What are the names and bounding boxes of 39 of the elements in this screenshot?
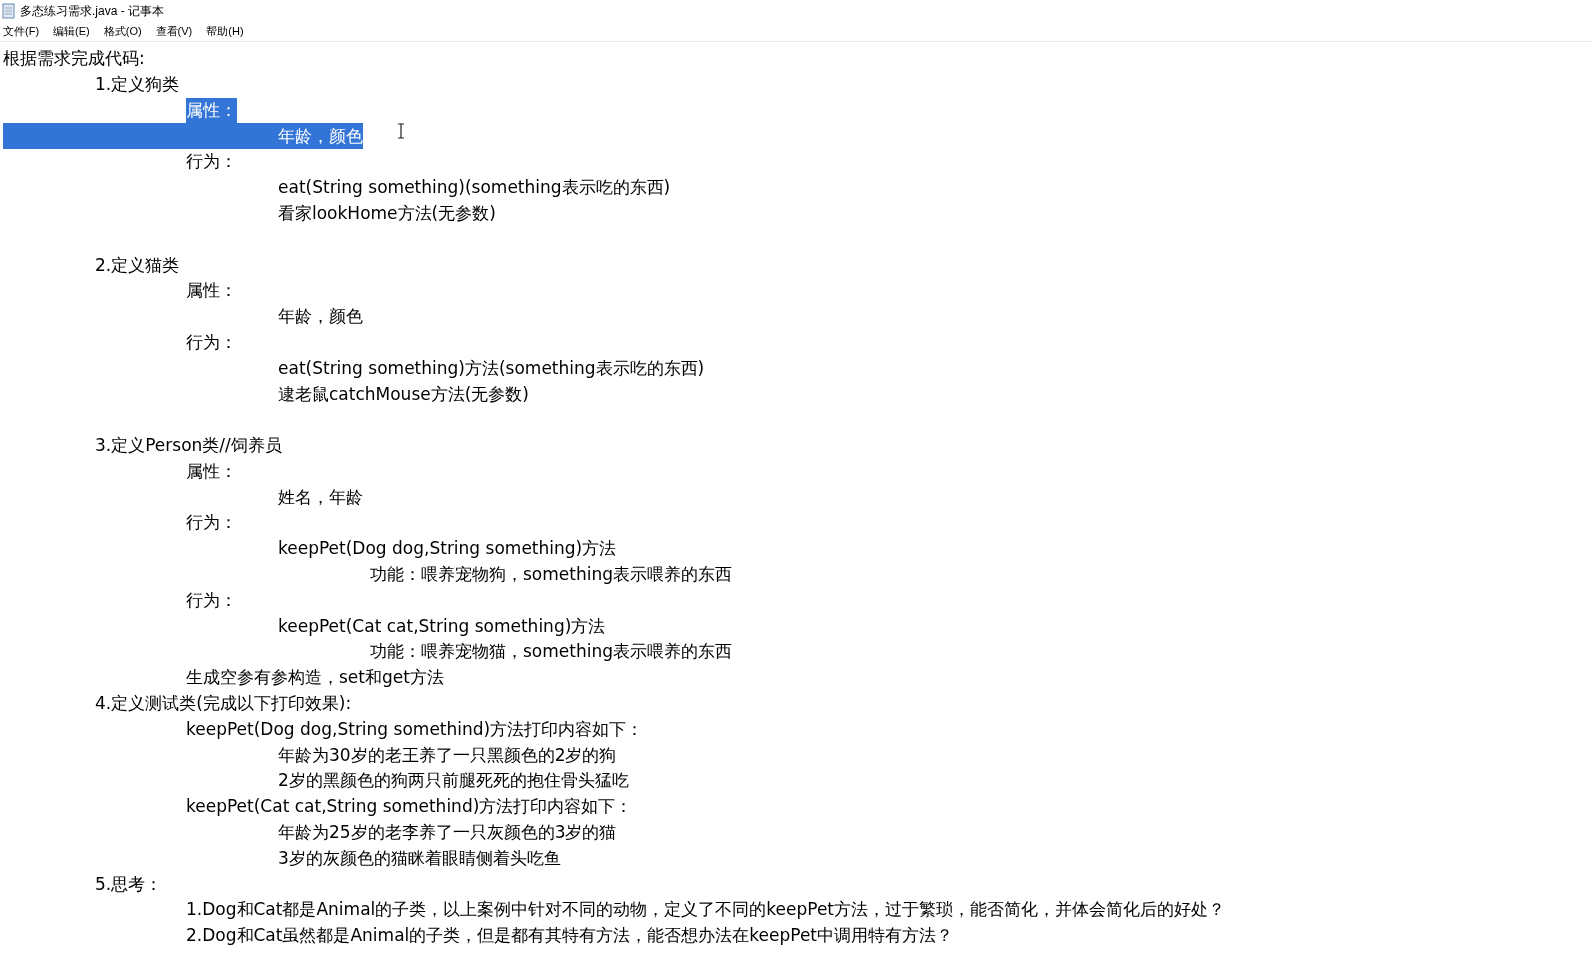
text-line: keepPet(Dog dog,String somethind)方法打印内容如下： [186, 717, 644, 741]
text-line: 1.Dog和Cat都是Animal的子类，以上案例中针对不同的动物，定义了不同的keepPet方法，过于繁琐，能否简化，并体会简化后的好处？ [186, 898, 1225, 922]
text-line: 姓名，年龄 [278, 485, 363, 509]
text-line: eat(String something)方法(something表示吃的东西) [278, 356, 705, 380]
text-line: 5.思考： [95, 872, 163, 896]
text-line: 4.定义测试类(完成以下打印效果): [95, 692, 352, 716]
menu-item[interactable]: 帮助(H) [205, 23, 245, 40]
text-line: 2岁的黑颜色的狗两只前腿死死的抱住骨头猛吃 [278, 769, 629, 793]
menu-item[interactable]: 格式(O) [102, 23, 143, 40]
text-line: 属性： [186, 459, 237, 483]
text-line: 2.定义猫类 [95, 253, 180, 277]
window-title: 多态练习需求.java - 记事本 [20, 3, 164, 20]
text-line: keepPet(Cat cat,String something)方法 [278, 614, 606, 638]
text-line: 年龄为30岁的老王养了一只黑颜色的2岁的狗 [278, 743, 617, 767]
text-line: 属性： [186, 279, 237, 303]
text-line: 行为： [186, 511, 237, 535]
menu-item[interactable]: 查看(V) [154, 23, 194, 40]
text-line: 功能：喂养宠物狗，something表示喂养的东西 [370, 563, 732, 587]
text-line: 行为： [186, 150, 237, 174]
menu-item[interactable]: 文件(F) [2, 23, 41, 40]
text-line: 行为： [186, 330, 237, 354]
text-line: 2.Dog和Cat虽然都是Animal的子类，但是都有其特有方法，能否想办法在keepPet中调用特有方法？ [186, 924, 953, 948]
text-line: 根据需求完成代码: [3, 47, 145, 71]
text-line: 功能：喂养宠物猫，something表示喂养的东西 [370, 640, 732, 664]
text-line: 年龄为25岁的老李养了一只灰颜色的3岁的猫 [278, 821, 617, 845]
text-line: keepPet(Cat cat,String somethind)方法打印内容如下： [186, 795, 633, 819]
text-line: eat(String something)(something表示吃的东西) [278, 176, 671, 200]
text-line: 看家lookHome方法(无参数) [278, 201, 496, 225]
text-line: 年龄，颜色 [278, 305, 363, 329]
text-line: keepPet(Dog dog,String something)方法 [278, 537, 617, 561]
text-line: 行为： [186, 588, 237, 612]
text-cursor-icon [397, 123, 405, 139]
text-line: 1.定义狗类 [95, 72, 180, 96]
text-line: 3岁的灰颜色的猫眯着眼睛侧着头吃鱼 [278, 846, 561, 870]
text-line: 逮老鼠catchMouse方法(无参数) [278, 382, 529, 406]
menu-item[interactable]: 编辑(E) [52, 23, 91, 40]
text-line: 3.定义Person类//饲养员 [95, 434, 282, 458]
text-line: 生成空参有参构造，set和get方法 [186, 666, 444, 690]
notepad-icon [2, 3, 16, 19]
